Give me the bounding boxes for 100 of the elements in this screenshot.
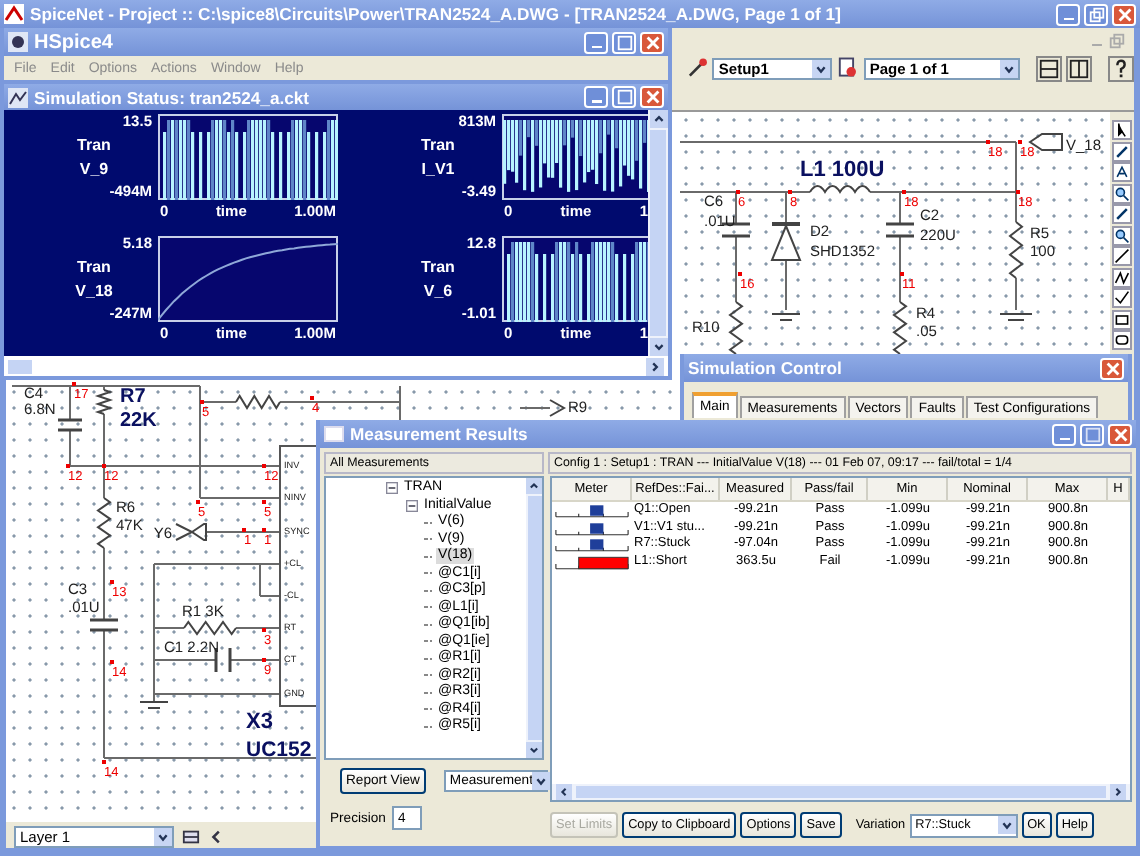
pencil-icon <box>1114 143 1130 159</box>
rounded-icon <box>1114 332 1130 348</box>
scroll-up-icon[interactable] <box>649 110 667 128</box>
diode-symbol <box>770 222 802 261</box>
horizontal-scrollbar[interactable] <box>4 356 668 376</box>
magnifier-icon <box>1114 185 1130 201</box>
plot-label: V_6 <box>421 282 455 300</box>
scroll-left-icon[interactable] <box>556 784 572 800</box>
port-symbol <box>175 523 207 541</box>
dropdown-arrow-icon <box>1000 59 1018 77</box>
magnifier-tool-button[interactable] <box>1112 225 1132 245</box>
close-button[interactable] <box>1112 3 1136 25</box>
maximize-button[interactable] <box>1080 423 1104 445</box>
letter-icon <box>1114 164 1130 180</box>
minus-box-icon[interactable] <box>406 499 418 512</box>
wire <box>899 235 901 303</box>
rounded-tool-button[interactable] <box>1112 330 1132 350</box>
minus-box-icon[interactable] <box>386 482 398 495</box>
window-title: Measurement Results <box>350 424 528 444</box>
maximize-button[interactable] <box>612 86 636 108</box>
port-symbol <box>549 399 566 417</box>
minimize-icon <box>1063 17 1073 21</box>
scroll-down-icon[interactable] <box>649 338 667 356</box>
vertical-split-icon <box>1068 57 1090 79</box>
zigzag-tool-button[interactable] <box>1112 267 1132 287</box>
window-icon <box>324 424 344 444</box>
window-title: SpiceNet - Project :: C:\spice8\Circuits\Power\TRAN2524_A.DWG - [TRAN2524_A.DWG, Page 1 of 1] <box>30 4 841 24</box>
close-button[interactable] <box>640 31 664 53</box>
window-title: Simulation Status: tran2524_a.ckt <box>34 87 310 107</box>
resistor-symbol <box>183 620 237 636</box>
wire <box>785 259 787 311</box>
scroll-left-icon[interactable] <box>208 827 226 845</box>
dropdown-arrow-icon <box>997 816 1016 834</box>
vertical-scrollbar[interactable] <box>526 478 542 758</box>
magnifier-tool-button[interactable] <box>1112 183 1132 203</box>
resistor-symbol <box>94 389 114 415</box>
maximize-icon <box>615 88 633 106</box>
scroll-right-icon[interactable] <box>1110 784 1126 800</box>
component-label: X3 <box>246 710 273 734</box>
plot-label: Tran <box>419 136 457 154</box>
help-button[interactable] <box>1108 55 1134 81</box>
pencil-tool-button[interactable] <box>1112 141 1132 161</box>
minimize-icon <box>591 100 601 104</box>
wire <box>235 627 281 629</box>
minimize-button[interactable] <box>1056 3 1080 25</box>
dropdown-arrow-icon <box>154 827 172 845</box>
scroll-right-icon[interactable] <box>646 357 664 375</box>
wire <box>735 235 737 303</box>
minimize-icon <box>1059 437 1069 441</box>
plot-label: V_9 <box>77 160 111 178</box>
resistor-symbol <box>728 301 744 355</box>
app-icon <box>8 32 28 52</box>
vertical-split-button[interactable] <box>1066 55 1092 81</box>
layers-icon[interactable] <box>182 827 200 845</box>
minimize-button[interactable] <box>584 86 608 108</box>
zigzag-icon <box>1114 269 1130 285</box>
horizontal-scrollbar[interactable] <box>552 784 1130 800</box>
close-button[interactable] <box>640 86 664 108</box>
wire <box>519 407 551 409</box>
wire <box>103 547 105 621</box>
component-label: UC152 <box>246 738 312 762</box>
scroll-down-icon[interactable] <box>526 742 542 758</box>
pointer-icon <box>1114 122 1130 138</box>
dropdown-arrow-icon <box>812 59 831 77</box>
component-label: R7 <box>120 386 146 408</box>
inductor-symbol <box>809 185 871 193</box>
rectangle-tool-button[interactable] <box>1112 309 1132 329</box>
rectangle-icon <box>1114 311 1130 327</box>
resistor-symbol <box>892 301 908 355</box>
vertical-scrollbar[interactable] <box>648 110 668 356</box>
close-button[interactable] <box>1108 423 1132 445</box>
wire <box>205 531 281 533</box>
pencil-icon <box>1114 206 1130 222</box>
close-icon <box>1115 5 1133 23</box>
close-icon <box>1111 425 1129 443</box>
maximize-button[interactable] <box>612 31 636 53</box>
letter-tool-button[interactable] <box>1112 162 1132 182</box>
page-icon[interactable] <box>836 56 860 80</box>
restore-button[interactable] <box>1084 3 1108 25</box>
check-icon <box>1114 290 1130 306</box>
app-icon <box>4 4 24 24</box>
minimize-icon <box>591 45 601 49</box>
pointer-tool-button[interactable] <box>1112 120 1132 140</box>
close-button[interactable] <box>1100 357 1124 379</box>
line-tool-button[interactable] <box>1112 246 1132 266</box>
close-icon <box>643 88 661 106</box>
maximize-icon <box>1083 425 1101 443</box>
maximize-icon <box>615 33 633 51</box>
plot-label: Tran <box>75 136 113 154</box>
probe-icon[interactable] <box>686 56 709 80</box>
component-label: 22K <box>120 410 157 432</box>
minimize-button[interactable] <box>1052 423 1076 445</box>
pencil-tool-button[interactable] <box>1112 204 1132 224</box>
minimize-button[interactable] <box>584 31 608 53</box>
scroll-up-icon[interactable] <box>526 478 542 494</box>
horizontal-split-button[interactable] <box>1036 55 1062 81</box>
window-title: Simulation Control <box>688 358 842 378</box>
check-tool-button[interactable] <box>1112 288 1132 308</box>
dropdown-arrow-icon <box>532 772 551 790</box>
port-symbol <box>1028 133 1063 151</box>
